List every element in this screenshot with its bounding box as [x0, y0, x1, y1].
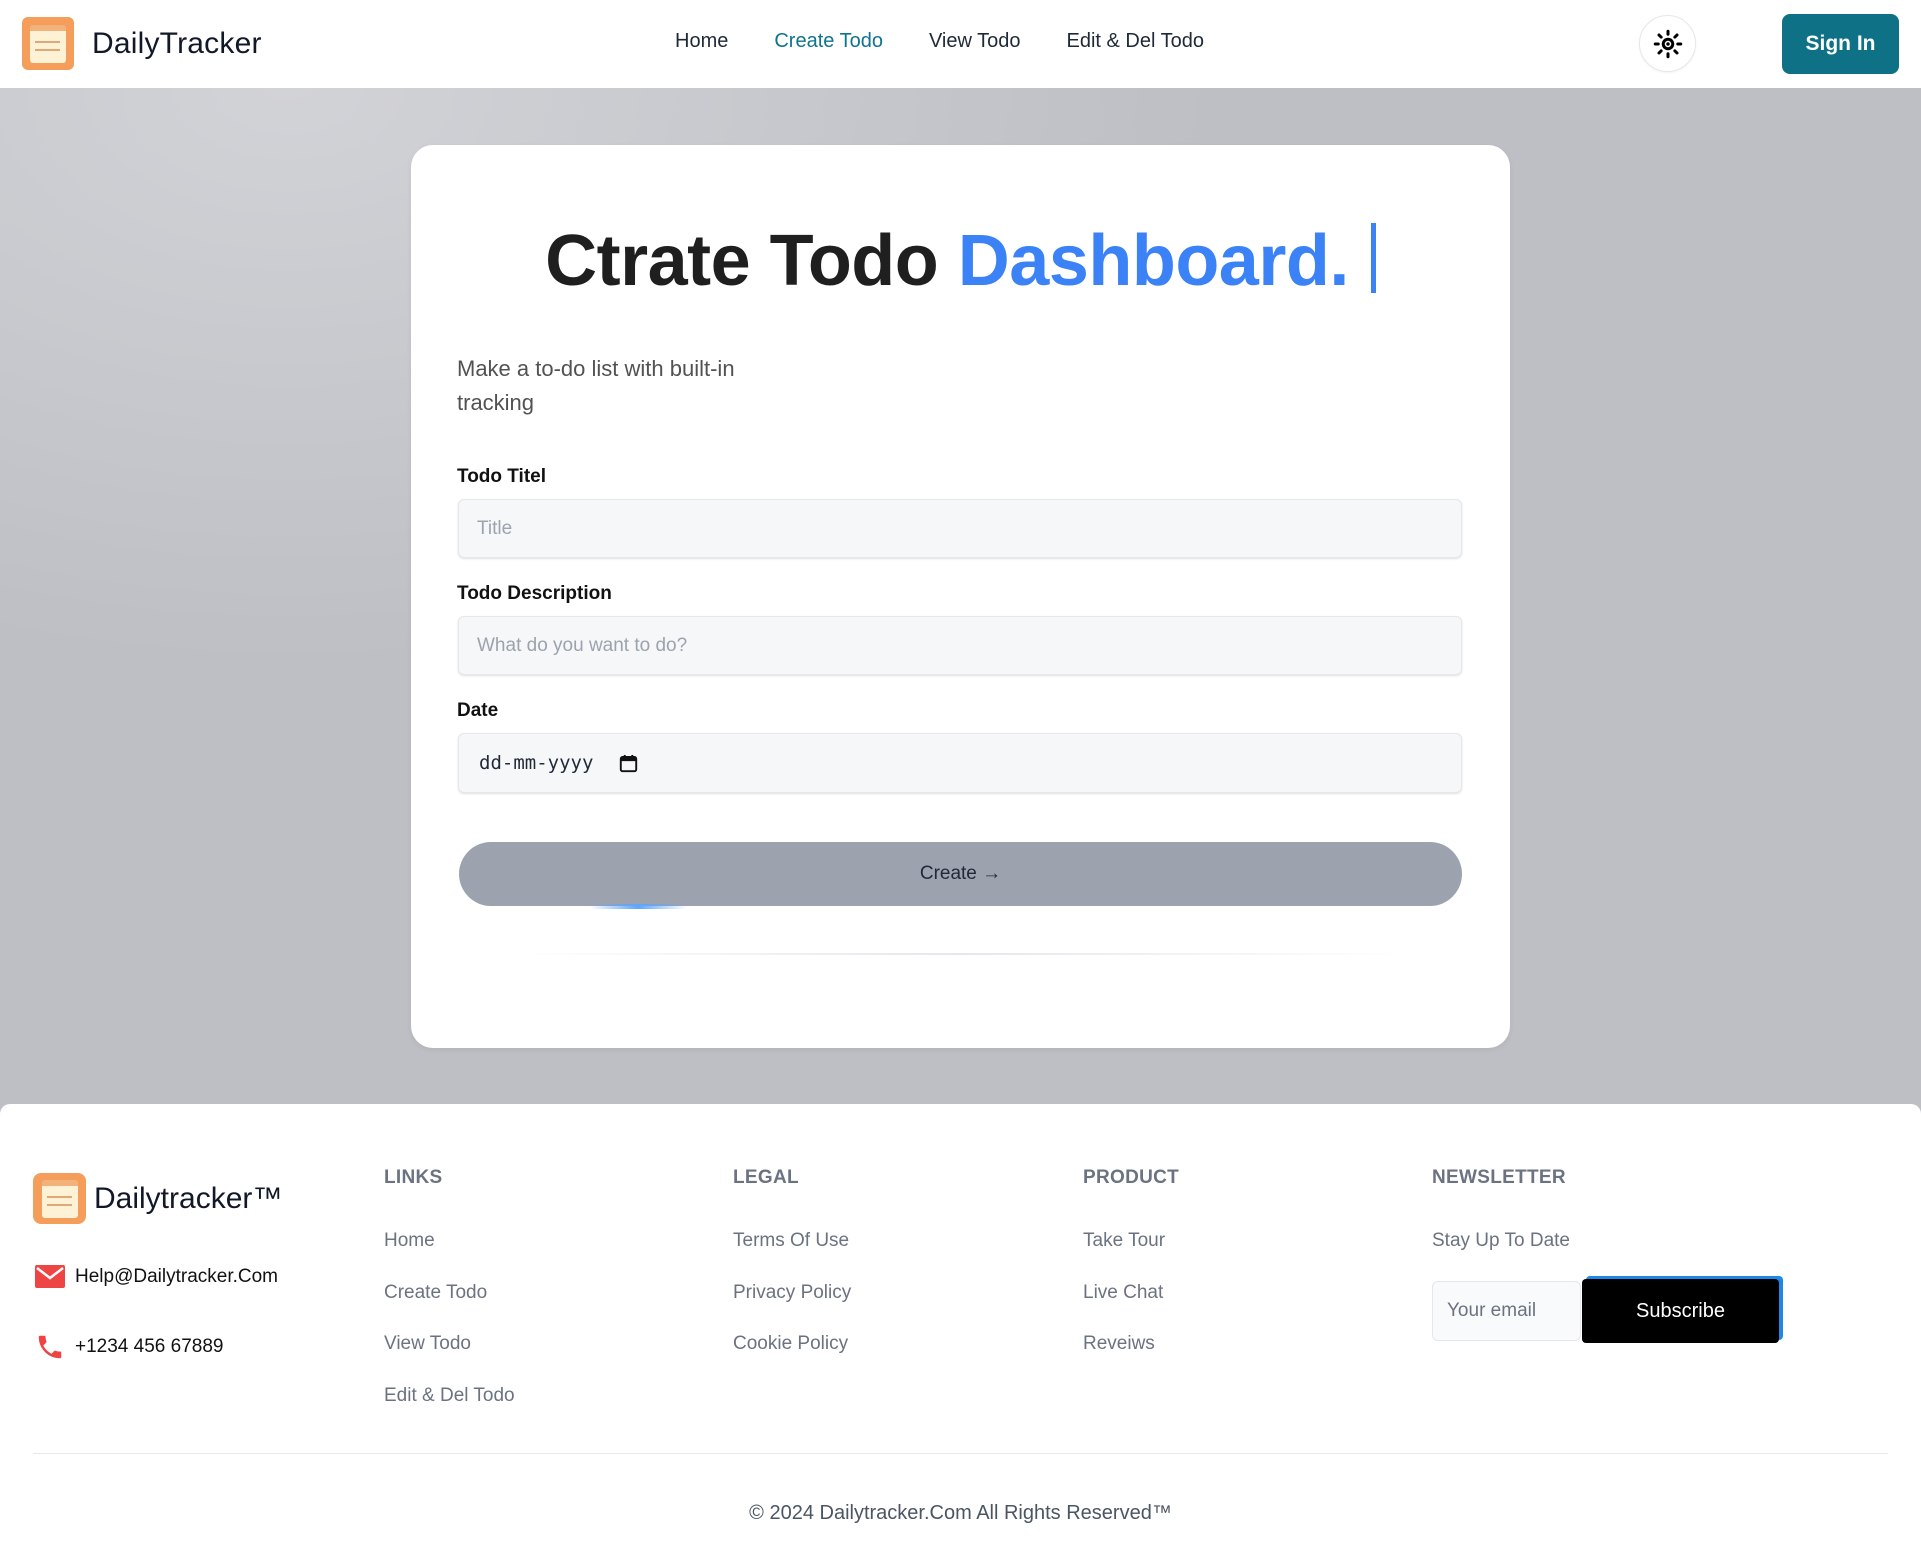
footer-links-heading: LINKS	[384, 1167, 443, 1188]
button-glow	[590, 904, 686, 909]
theme-toggle-button[interactable]	[1639, 15, 1696, 72]
create-button[interactable]: Create →	[459, 842, 1462, 906]
calendar-icon[interactable]	[619, 754, 638, 773]
date-label: Date	[457, 700, 499, 721]
footer-phone-text: +1234 456 67889	[75, 1336, 224, 1357]
todo-description-input[interactable]	[458, 616, 1462, 675]
subscribe-button[interactable]: Subscribe	[1582, 1279, 1779, 1343]
footer-brand[interactable]: Dailytracker™	[33, 1173, 282, 1224]
date-input[interactable]: dd-mm-yyyy	[458, 733, 1462, 793]
footer-link-view-todo[interactable]: View Todo	[384, 1333, 471, 1355]
date-value: dd-mm-yyyy	[479, 752, 594, 774]
footer-link-home[interactable]: Home	[384, 1230, 435, 1252]
footer-product-heading: PRODUCT	[1083, 1167, 1180, 1188]
footer-link-terms[interactable]: Terms Of Use	[733, 1230, 849, 1252]
newsletter-email-input[interactable]	[1432, 1281, 1581, 1341]
footer-link-privacy[interactable]: Privacy Policy	[733, 1282, 851, 1304]
footer-email-text: Help@Dailytracker.Com	[75, 1265, 279, 1287]
footer-link-take-tour[interactable]: Take Tour	[1083, 1230, 1165, 1252]
footer-link-reviews[interactable]: Reveiws	[1083, 1333, 1155, 1355]
title-main: Ctrate Todo	[545, 221, 939, 301]
nav-links: Home Create Todo View Todo Edit & Del To…	[675, 30, 1204, 53]
typing-caret	[1370, 223, 1376, 293]
todo-description-label: Todo Description	[457, 583, 612, 604]
title-accent: Dashboard.	[957, 221, 1350, 301]
card-divider	[505, 953, 1415, 955]
footer-link-create-todo[interactable]: Create Todo	[384, 1282, 487, 1304]
phone-icon	[33, 1331, 67, 1363]
footer-link-cookie[interactable]: Cookie Policy	[733, 1333, 848, 1355]
todo-title-label: Todo Titel	[457, 466, 547, 487]
todo-title-input[interactable]	[458, 499, 1462, 558]
footer-divider	[33, 1453, 1888, 1454]
nav-link-create-todo[interactable]: Create Todo	[774, 30, 883, 53]
notepad-logo-icon	[33, 1173, 86, 1224]
footer-link-live-chat[interactable]: Live Chat	[1083, 1282, 1163, 1304]
subtitle: Make a to-do list with built-in tracking	[457, 356, 735, 415]
navbar: DailyTracker Home Create Todo View Todo …	[0, 0, 1921, 88]
footer-newsletter-heading: NEWSLETTER	[1432, 1167, 1566, 1188]
footer-legal-heading: LEGAL	[733, 1167, 799, 1188]
newsletter-text: Stay Up To Date	[1432, 1230, 1571, 1251]
page-title: Ctrate Todo Dashboard.	[0, 220, 1921, 302]
footer-email[interactable]: Help@Dailytracker.Com	[33, 1264, 278, 1289]
sun-icon	[1653, 29, 1682, 58]
sign-in-button[interactable]: Sign In	[1782, 14, 1899, 74]
nav-link-edit-del-todo[interactable]: Edit & Del Todo	[1067, 30, 1205, 53]
footer-brand-name: Dailytracker™	[94, 1181, 283, 1215]
brand-name: DailyTracker	[92, 26, 262, 60]
footer-phone[interactable]: +1234 456 67889	[33, 1331, 223, 1363]
footer-link-edit-del-todo[interactable]: Edit & Del Todo	[384, 1385, 515, 1407]
notepad-logo-icon	[22, 17, 74, 70]
nav-link-view-todo[interactable]: View Todo	[929, 30, 1021, 53]
brand[interactable]: DailyTracker	[22, 17, 262, 70]
mail-icon	[33, 1264, 67, 1289]
copyright: © 2024 Dailytracker.Com All Rights Reser…	[749, 1502, 1172, 1524]
nav-link-home[interactable]: Home	[675, 30, 728, 53]
